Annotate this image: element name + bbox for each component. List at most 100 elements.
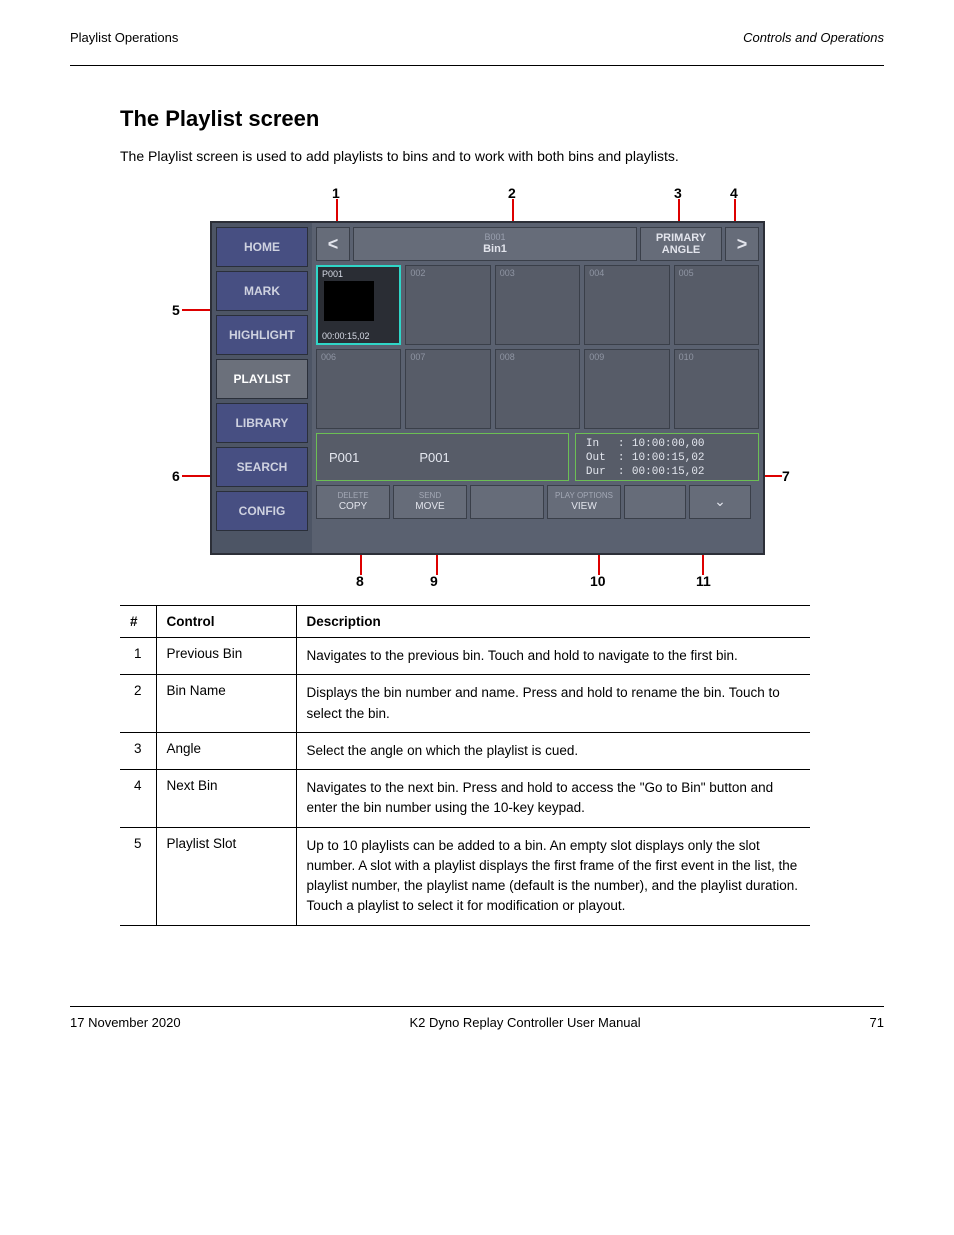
cell-num: 2: [120, 675, 156, 733]
timecode-box: In:10:00:00,00 Out:10:00:15,02 Dur:00:00…: [575, 433, 759, 481]
button-label: COPY: [339, 501, 367, 512]
cell-desc: Navigates to the next bin. Press and hol…: [296, 770, 810, 828]
slot-number: 005: [679, 268, 694, 278]
tc-dur-label: Dur: [586, 466, 618, 480]
cell-num: 5: [120, 827, 156, 925]
cell-num: 3: [120, 732, 156, 769]
expand-button[interactable]: ⌄: [689, 485, 751, 519]
playlist-slot[interactable]: 009: [584, 349, 669, 429]
slot-number: 007: [410, 352, 425, 362]
playlist-id: P001: [329, 450, 359, 465]
tc-in-label: In: [586, 438, 618, 452]
bin-name-button[interactable]: B001 Bin1: [353, 227, 637, 261]
sidebar: HOME MARK HIGHLIGHT PLAYLIST LIBRARY SEA…: [212, 223, 312, 553]
playlist-slot[interactable]: 010: [674, 349, 759, 429]
playlist-name-field[interactable]: P001 P001: [316, 433, 569, 481]
header-right: Controls and Operations: [743, 30, 884, 45]
page-header: Playlist Operations Controls and Operati…: [70, 30, 884, 47]
th-desc: Description: [296, 606, 810, 638]
tc-dur: 00:00:15,02: [632, 466, 705, 480]
slot-duration: 00:00:15,02: [322, 331, 370, 341]
cell-desc: Up to 10 playlists can be added to a bin…: [296, 827, 810, 925]
header-rule: [70, 65, 884, 66]
angle-button[interactable]: PRIMARY ANGLE: [640, 227, 722, 261]
button-label: VIEW: [571, 501, 597, 512]
cell-control: Bin Name: [156, 675, 296, 733]
tc-out: 10:00:15,02: [632, 452, 705, 466]
slot-number: 010: [679, 352, 694, 362]
controls-table: # Control Description 1 Previous Bin Nav…: [120, 605, 810, 926]
table-row: 4 Next Bin Navigates to the next bin. Pr…: [120, 770, 810, 828]
button-alt-label: DELETE: [337, 492, 368, 501]
bin-name: Bin1: [483, 243, 507, 255]
sidebar-item-mark[interactable]: MARK: [216, 271, 308, 311]
spare-button[interactable]: [624, 485, 686, 519]
button-label: MOVE: [415, 501, 444, 512]
sidebar-item-library[interactable]: LIBRARY: [216, 403, 308, 443]
leader-line: [360, 553, 362, 575]
sidebar-item-search[interactable]: SEARCH: [216, 447, 308, 487]
table-row: 2 Bin Name Displays the bin number and n…: [120, 675, 810, 733]
playlist-panel: HOME MARK HIGHLIGHT PLAYLIST LIBRARY SEA…: [210, 221, 765, 555]
footer-product: K2 Dyno Replay Controller User Manual: [409, 1015, 640, 1030]
playlist-slot[interactable]: 003: [495, 265, 580, 345]
bottom-bar: DELETE COPY SEND MOVE PLAY OPTIONS VIEW: [316, 485, 759, 519]
playlist-slot[interactable]: 004: [584, 265, 669, 345]
panel-main: < B001 Bin1 PRIMARY ANGLE > P001 P001 00…: [312, 223, 763, 553]
footer-date: 17 November 2020: [70, 1015, 181, 1030]
move-button[interactable]: SEND MOVE: [393, 485, 467, 519]
intro-text: The Playlist screen is used to add playl…: [120, 146, 884, 167]
slot-number: 003: [500, 268, 515, 278]
tc-in: 10:00:00,00: [632, 438, 705, 452]
callout-11: 11: [696, 573, 711, 589]
slot-number: 004: [589, 268, 604, 278]
playlist-slot[interactable]: P001 P001 00:00:15,02: [316, 265, 401, 345]
info-bar: P001 P001 In:10:00:00,00 Out:10:00:15,02…: [316, 433, 759, 481]
cell-control: Angle: [156, 732, 296, 769]
leader-line: [436, 553, 438, 575]
cell-num: 1: [120, 638, 156, 675]
button-alt-label: SEND: [419, 492, 441, 501]
slot-id: P001: [322, 269, 343, 279]
page-footer: 17 November 2020 K2 Dyno Replay Controll…: [70, 1006, 884, 1030]
leader-line: [598, 553, 600, 575]
view-button[interactable]: PLAY OPTIONS VIEW: [547, 485, 621, 519]
cell-desc: Displays the bin number and name. Press …: [296, 675, 810, 733]
playlist-grid: P001 P001 00:00:15,02 002 003 004 005 00…: [316, 265, 759, 429]
callout-6: 6: [172, 468, 180, 484]
table-row: 5 Playlist Slot Up to 10 playlists can b…: [120, 827, 810, 925]
callout-9: 9: [430, 573, 438, 589]
sidebar-item-highlight[interactable]: HIGHLIGHT: [216, 315, 308, 355]
slot-number: 008: [500, 352, 515, 362]
slot-number: 009: [589, 352, 604, 362]
section-title: The Playlist screen: [120, 106, 884, 132]
playlist-slot[interactable]: 002: [405, 265, 490, 345]
playlist-slot[interactable]: 008: [495, 349, 580, 429]
button-alt-label: PLAY OPTIONS: [555, 492, 613, 501]
th-num: #: [120, 606, 156, 638]
callout-8: 8: [356, 573, 364, 589]
chevron-down-icon: ⌄: [714, 494, 726, 509]
footer-page: 71: [870, 1015, 884, 1030]
playlist-slot[interactable]: 006: [316, 349, 401, 429]
cell-control: Next Bin: [156, 770, 296, 828]
sidebar-item-playlist[interactable]: PLAYLIST: [216, 359, 308, 399]
previous-bin-button[interactable]: <: [316, 227, 350, 261]
th-control: Control: [156, 606, 296, 638]
slot-number: 006: [321, 352, 336, 362]
playlist-slot[interactable]: 005: [674, 265, 759, 345]
slot-thumbnail: [324, 281, 374, 321]
bin-id: B001: [484, 233, 505, 243]
sidebar-item-config[interactable]: CONFIG: [216, 491, 308, 531]
blank-button[interactable]: [470, 485, 544, 519]
cell-desc: Navigates to the previous bin. Touch and…: [296, 638, 810, 675]
playlist-name: P001: [419, 450, 449, 465]
leader-line: [702, 553, 704, 575]
cell-control: Playlist Slot: [156, 827, 296, 925]
sidebar-item-home[interactable]: HOME: [216, 227, 308, 267]
copy-button[interactable]: DELETE COPY: [316, 485, 390, 519]
callout-10: 10: [590, 573, 606, 589]
slot-number: 002: [410, 268, 425, 278]
playlist-slot[interactable]: 007: [405, 349, 490, 429]
next-bin-button[interactable]: >: [725, 227, 759, 261]
